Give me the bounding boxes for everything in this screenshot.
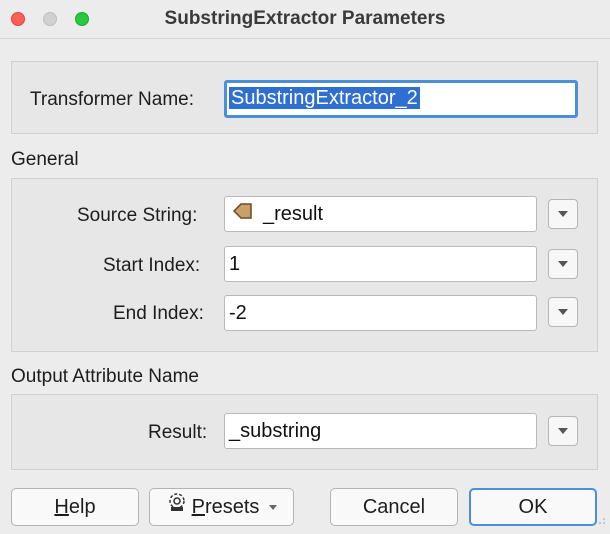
cancel-button-label: Cancel xyxy=(362,496,426,518)
transformer-name-input[interactable]: SubstringExtractor_2 xyxy=(224,80,578,118)
start-index-input[interactable]: 1 xyxy=(224,246,537,282)
resize-grip-icon[interactable] xyxy=(598,512,606,530)
end-index-value: -2 xyxy=(229,302,247,324)
chevron-down-icon xyxy=(558,309,568,315)
source-string-field[interactable]: _result xyxy=(224,196,537,232)
end-index-label: End Index: xyxy=(113,303,204,324)
presets-button[interactable]: Presets xyxy=(149,488,294,526)
source-string-dropdown-button[interactable] xyxy=(548,199,578,229)
end-index-dropdown-button[interactable] xyxy=(548,297,578,327)
chevron-down-icon xyxy=(269,504,278,510)
chevron-down-icon xyxy=(558,261,568,267)
general-section-label: General xyxy=(11,149,79,170)
presets-button-label: Presets xyxy=(191,496,260,518)
window-title: SubstringExtractor Parameters xyxy=(164,8,446,29)
start-index-label: Start Index: xyxy=(103,255,201,276)
result-input[interactable]: _substring xyxy=(224,413,537,449)
result-value: _substring xyxy=(229,420,322,442)
attribute-arrow-icon xyxy=(232,196,253,230)
result-label: Result: xyxy=(148,422,208,443)
source-string-value: _result xyxy=(263,203,324,225)
title-bar: SubstringExtractor Parameters xyxy=(0,0,610,39)
transformer-name-label: Transformer Name: xyxy=(30,89,194,110)
presets-gear-icon xyxy=(166,489,188,525)
end-index-input[interactable]: -2 xyxy=(224,295,537,331)
result-dropdown-button[interactable] xyxy=(548,416,578,446)
start-index-value: 1 xyxy=(229,253,241,275)
ok-button-label: OK xyxy=(518,496,548,518)
ok-button[interactable]: OK xyxy=(469,488,597,526)
cancel-button[interactable]: Cancel xyxy=(330,488,458,526)
chevron-down-icon xyxy=(558,428,568,434)
start-index-dropdown-button[interactable] xyxy=(548,249,578,279)
transformer-name-value: SubstringExtractor_2 xyxy=(229,87,420,109)
chevron-down-icon xyxy=(558,211,568,217)
help-button[interactable]: Help xyxy=(11,488,139,526)
help-button-label: Help xyxy=(54,496,96,518)
source-string-label: Source String: xyxy=(77,205,198,226)
output-section-label: Output Attribute Name xyxy=(11,366,199,387)
